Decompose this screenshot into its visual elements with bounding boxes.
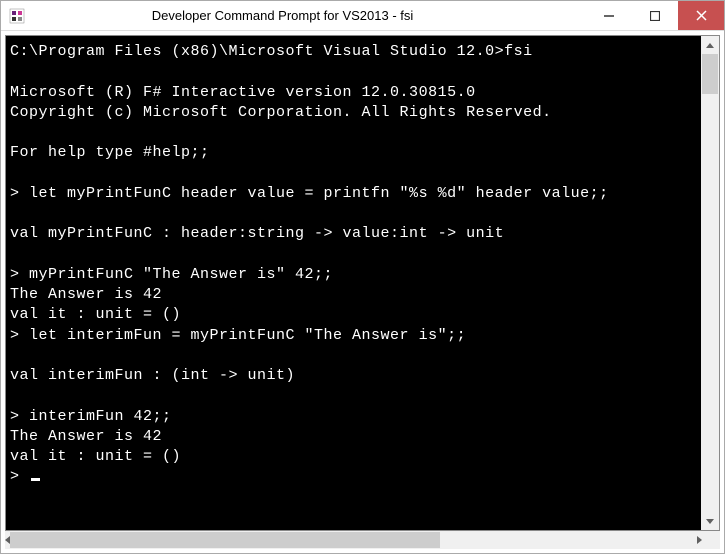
horizontal-scroll-track[interactable] xyxy=(10,531,697,549)
window-title: Developer Command Prompt for VS2013 - fs… xyxy=(0,8,586,23)
terminal-cursor xyxy=(31,478,40,481)
scroll-up-button[interactable] xyxy=(701,36,719,54)
minimize-button[interactable] xyxy=(586,1,632,30)
scrollbar-corner xyxy=(702,531,720,549)
content-area: C:\Program Files (x86)\Microsoft Visual … xyxy=(1,31,724,553)
close-button[interactable] xyxy=(678,1,724,30)
window: Developer Command Prompt for VS2013 - fs… xyxy=(1,1,724,553)
horizontal-scroll-thumb[interactable] xyxy=(10,532,440,548)
horizontal-scrollbar[interactable] xyxy=(5,531,720,549)
maximize-button[interactable] xyxy=(632,1,678,30)
vertical-scroll-thumb[interactable] xyxy=(702,54,718,94)
scroll-down-button[interactable] xyxy=(701,512,719,530)
vertical-scroll-track[interactable] xyxy=(701,54,719,512)
titlebar[interactable]: Developer Command Prompt for VS2013 - fs… xyxy=(1,1,724,31)
window-controls xyxy=(586,1,724,30)
terminal-output[interactable]: C:\Program Files (x86)\Microsoft Visual … xyxy=(6,36,701,530)
terminal-wrap: C:\Program Files (x86)\Microsoft Visual … xyxy=(5,35,720,531)
vertical-scrollbar[interactable] xyxy=(701,36,719,530)
